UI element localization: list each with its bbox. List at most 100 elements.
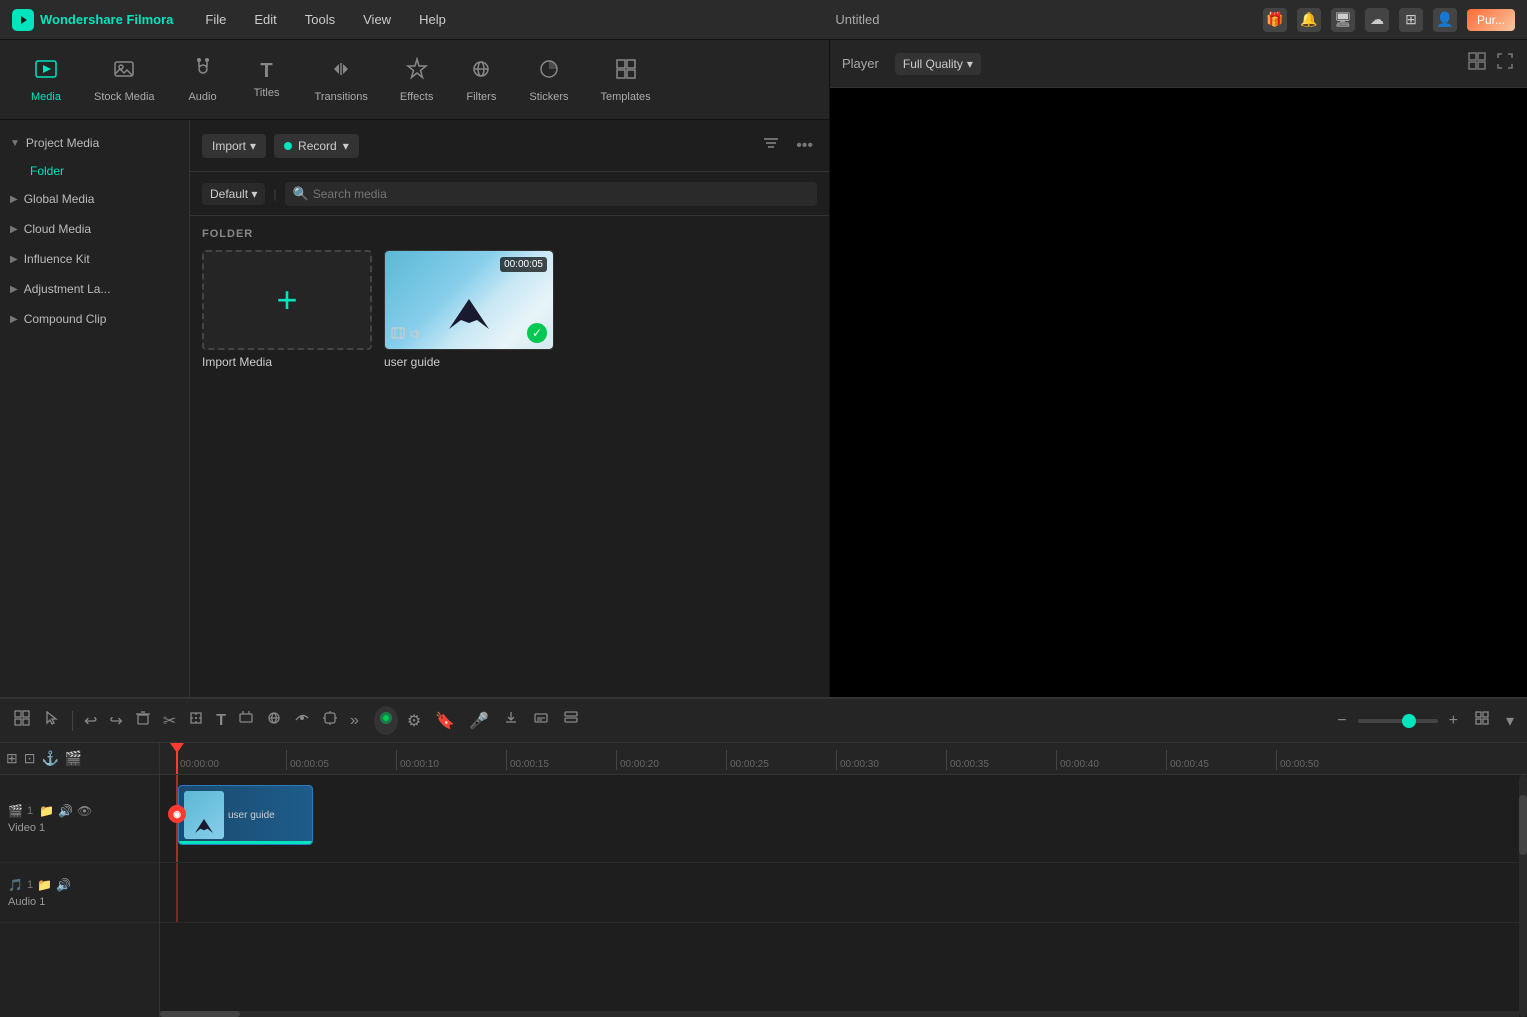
timeline-bookmark-icon[interactable]: 🔖 [430, 707, 460, 735]
stabilize-tool[interactable] [233, 706, 259, 735]
timeline-hscrollbar[interactable] [160, 1011, 1519, 1017]
transitions-icon [329, 57, 353, 87]
toolbar-filters[interactable]: Filters [451, 51, 511, 109]
text-tool[interactable]: T [211, 708, 231, 734]
sound-icon [409, 328, 421, 343]
ruler-mark-15: 00:00:15 [506, 750, 616, 770]
toolbar-stickers[interactable]: Stickers [515, 51, 582, 109]
screen-icon[interactable]: 🖥 [1331, 8, 1355, 32]
sidebar-item-compound-clip[interactable]: ▶ Compound Clip [0, 304, 189, 334]
ruler-mark-30: 00:00:30 [836, 750, 946, 770]
record-button[interactable]: Record ▾ [274, 134, 359, 158]
toolbar-effects[interactable]: Effects [386, 51, 447, 109]
cloud-download-icon[interactable]: ☁ [1365, 8, 1389, 32]
toolbar-titles[interactable]: T Titles [237, 54, 297, 105]
purchase-button[interactable]: Pur... [1467, 9, 1515, 31]
track-scene-button[interactable]: 🎬 [65, 750, 82, 767]
ruler-mark-0: 00:00:00 [176, 750, 286, 770]
undo-button[interactable]: ↩ [79, 707, 102, 735]
video-clip-user-guide[interactable]: user guide [178, 785, 313, 845]
playhead[interactable] [176, 743, 178, 774]
player-grid-view-icon[interactable] [1467, 51, 1487, 76]
video-track-camera-icon: 🎬 [8, 804, 23, 818]
speed-tool[interactable] [289, 706, 315, 735]
zoom-in-button[interactable]: + [1444, 708, 1463, 734]
zoom-slider[interactable] [1358, 719, 1438, 723]
more-tools-button[interactable]: » [345, 708, 364, 734]
sort-label: Default [210, 187, 248, 201]
timeline-options-button[interactable]: ▾ [1501, 707, 1519, 735]
toolbar-audio[interactable]: Audio [173, 51, 233, 109]
timeline-export-icon[interactable] [498, 706, 524, 735]
user-guide-thumb[interactable]: 00:00:05 [384, 250, 554, 350]
search-input[interactable] [313, 187, 809, 201]
bell-icon[interactable]: 🔔 [1297, 8, 1321, 32]
sidebar-item-project-media[interactable]: ▼ Project Media [0, 128, 189, 158]
toolbar-media[interactable]: Media [16, 51, 76, 109]
import-media-thumb[interactable]: + [202, 250, 372, 350]
sidebar-item-folder[interactable]: Folder [0, 158, 189, 184]
more-options-icon[interactable]: ••• [792, 133, 817, 159]
audio-track-playhead-line [176, 863, 178, 922]
list-item[interactable]: + Import Media [202, 250, 372, 369]
motion-tool[interactable] [261, 706, 287, 735]
timeline-hscrollbar-thumb[interactable] [160, 1011, 240, 1017]
menu-file[interactable]: File [199, 8, 232, 31]
import-label: Import [212, 139, 246, 153]
audio-track-volume-icon[interactable]: 🔊 [56, 878, 71, 892]
toolbar-stock-media-label: Stock Media [94, 91, 155, 103]
timeline-add-track-button[interactable] [8, 705, 36, 736]
player-label: Player [842, 56, 879, 71]
media-checkmark-icon: ✓ [527, 323, 547, 343]
toolbar-stock-media[interactable]: Stock Media [80, 51, 169, 109]
timeline-layout-icon[interactable] [558, 706, 584, 735]
video-track-row: ◉ user guide [160, 775, 1527, 863]
timeline-caption-icon[interactable] [528, 706, 554, 735]
video-track-eye-icon[interactable]: 👁 [77, 804, 92, 818]
ai-tool[interactable] [317, 706, 343, 735]
video-track-number: 1 [27, 805, 33, 817]
player-fullscreen-icon[interactable] [1495, 51, 1515, 76]
gift-icon[interactable]: 🎁 [1263, 8, 1287, 32]
timeline-scrollbar-thumb[interactable] [1519, 795, 1527, 855]
crop-tool[interactable] [183, 706, 209, 735]
video-track-volume-icon[interactable]: 🔊 [58, 804, 73, 818]
view-toggle-button[interactable] [1469, 706, 1495, 735]
timeline-scrollbar[interactable] [1519, 775, 1527, 1017]
tl-separator-1 [72, 711, 73, 731]
toolbar-templates[interactable]: Templates [586, 51, 664, 109]
sidebar-item-influence-kit[interactable]: ▶ Influence Kit [0, 244, 189, 274]
video-track-folder-icon[interactable]: 📁 [39, 804, 54, 818]
filter-icon[interactable] [758, 130, 784, 161]
sidebar-item-adjustment-layer[interactable]: ▶ Adjustment La... [0, 274, 189, 304]
track-add-button[interactable]: ⊞ [6, 750, 18, 767]
timeline-camera-icon [374, 706, 398, 735]
toolbar-transitions[interactable]: Transitions [301, 51, 382, 109]
cut-tool[interactable]: ✂ [158, 707, 181, 735]
audio-track-music-icon: 🎵 [8, 878, 23, 892]
quality-select[interactable]: Full Quality ▾ [895, 53, 981, 75]
zoom-out-button[interactable]: − [1332, 708, 1351, 734]
timeline-mic-icon[interactable]: 🎤 [464, 707, 494, 735]
sort-chevron-icon: ▾ [251, 187, 257, 201]
import-button[interactable]: Import ▾ [202, 134, 266, 158]
menu-view[interactable]: View [357, 8, 397, 31]
timeline-select-tool[interactable] [38, 705, 66, 736]
layout-icon[interactable]: ⊞ [1399, 8, 1423, 32]
sidebar-item-global-media[interactable]: ▶ Global Media [0, 184, 189, 214]
chevron-right-icon-5: ▶ [10, 314, 18, 325]
zoom-thumb[interactable] [1402, 714, 1416, 728]
track-fit-button[interactable]: ⊡ [24, 750, 36, 767]
redo-button[interactable]: ↪ [104, 707, 127, 735]
timeline-settings-icon[interactable]: ⚙ [402, 707, 426, 735]
menu-help[interactable]: Help [413, 8, 452, 31]
audio-track-folder-icon[interactable]: 📁 [37, 878, 52, 892]
list-item[interactable]: 00:00:05 [384, 250, 554, 369]
menu-edit[interactable]: Edit [248, 8, 282, 31]
delete-button[interactable] [130, 706, 156, 735]
sidebar-item-cloud-media[interactable]: ▶ Cloud Media [0, 214, 189, 244]
track-lock-button[interactable]: ⚓ [41, 750, 58, 767]
menu-tools[interactable]: Tools [299, 8, 341, 31]
sort-select[interactable]: Default ▾ [202, 183, 265, 205]
account-icon[interactable]: 👤 [1433, 8, 1457, 32]
